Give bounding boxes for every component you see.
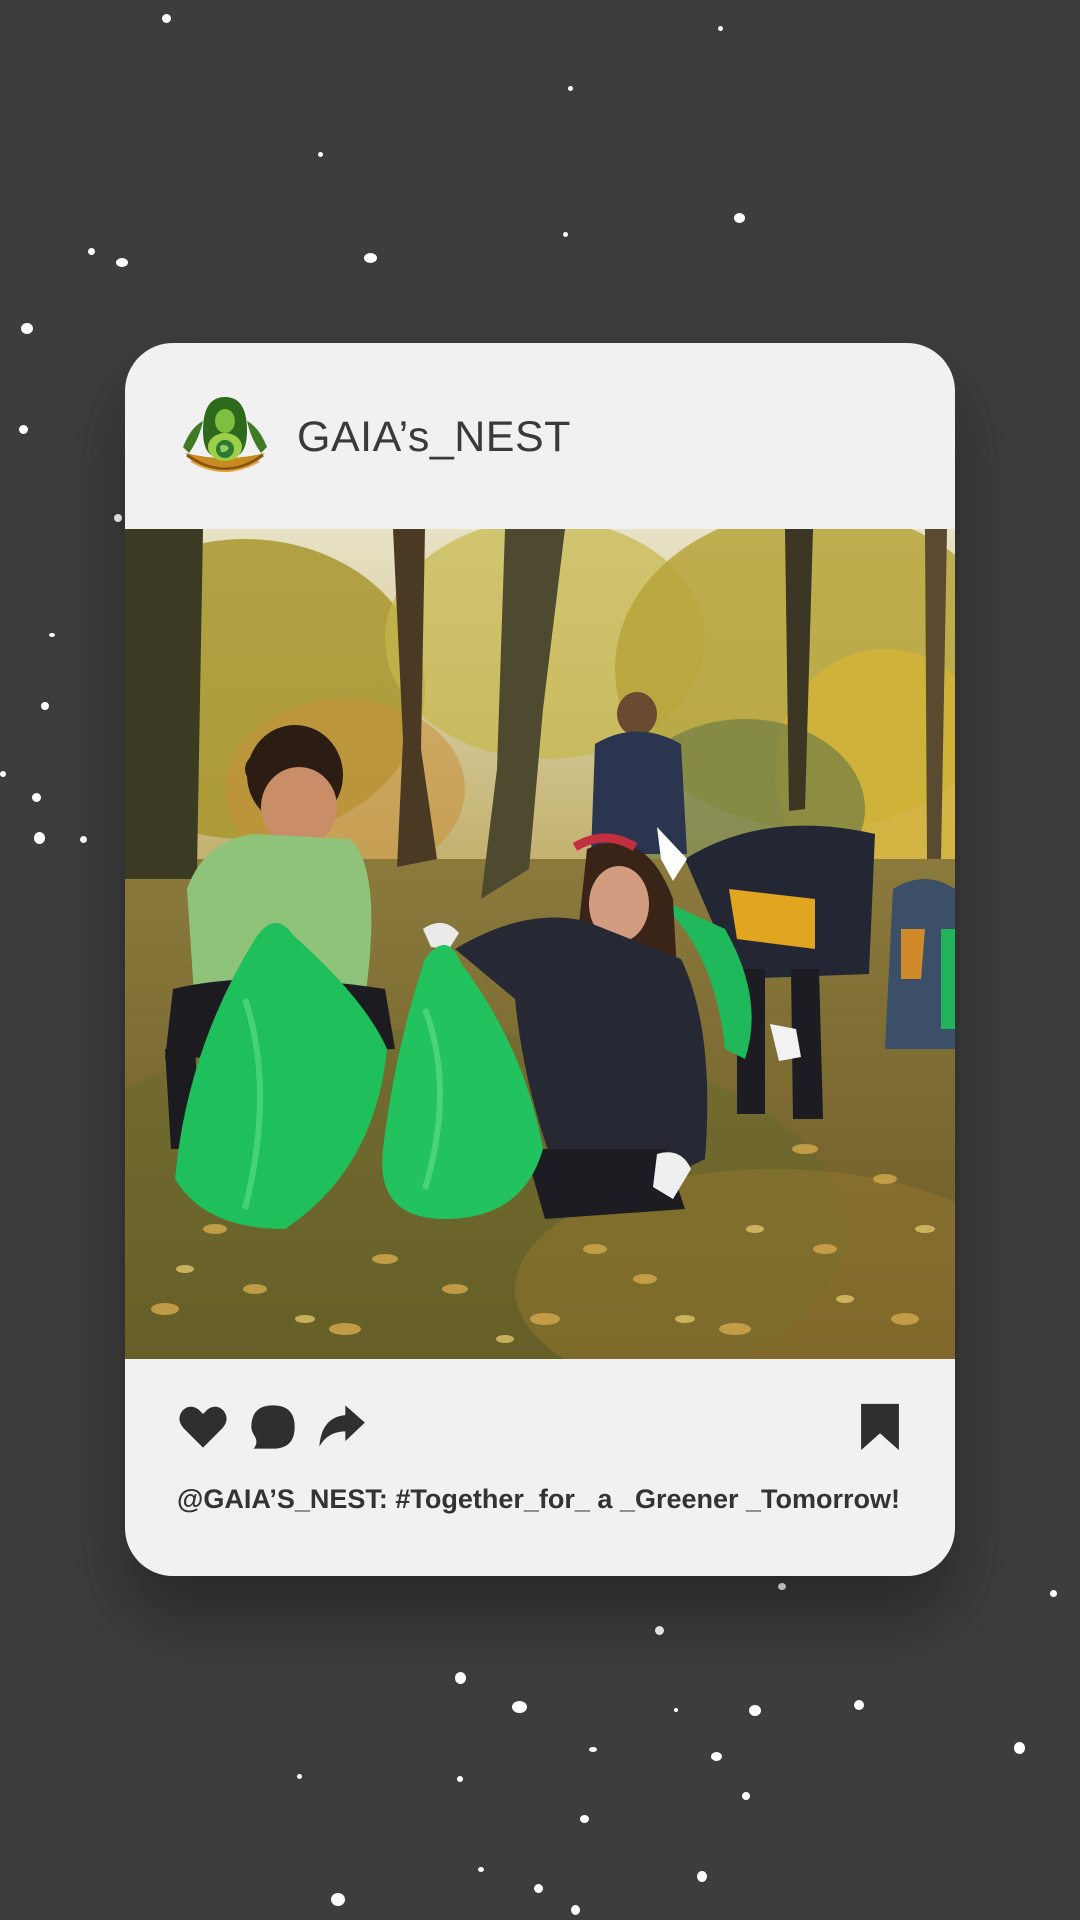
post-image[interactable] (125, 529, 955, 1359)
post-header: GAIA’s_NEST (125, 343, 955, 529)
comment-icon[interactable] (247, 1401, 299, 1453)
bookmark-icon[interactable] (859, 1401, 901, 1453)
avatar[interactable] (177, 391, 273, 487)
post-caption: @GAIA’S_NEST: #Together_for_ a _Greener … (177, 1484, 901, 1514)
post-card: GAIA’s_NEST @GAIA’S_NEST: #Together_for_… (125, 343, 955, 1576)
heart-icon[interactable] (177, 1401, 229, 1453)
post-actions (125, 1359, 955, 1479)
share-arrow-icon[interactable] (315, 1401, 367, 1453)
username[interactable]: GAIA’s_NEST (297, 413, 571, 462)
